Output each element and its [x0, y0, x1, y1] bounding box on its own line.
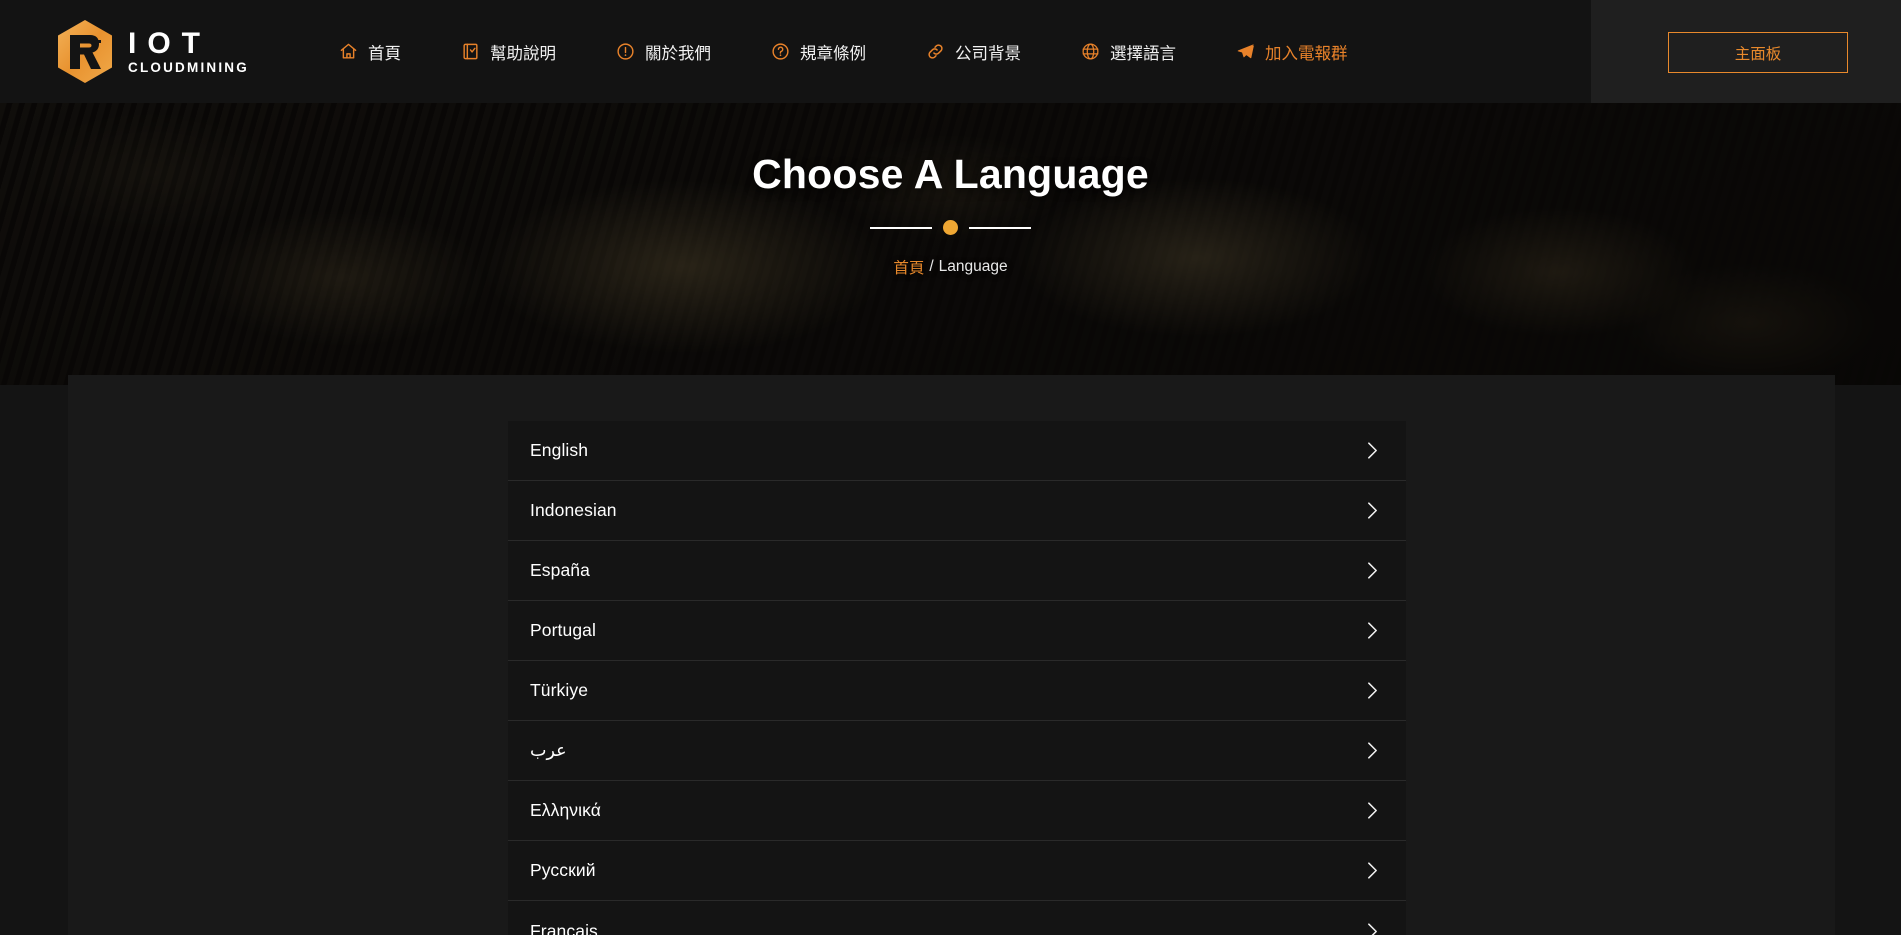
breadcrumb-current: Language — [939, 258, 1008, 276]
hero-content: Choose A Language 首頁 / Language — [0, 103, 1901, 385]
nav-item-language[interactable]: 選擇語言 — [1051, 40, 1206, 64]
list-item[interactable]: English — [508, 421, 1406, 481]
hero-banner: Choose A Language 首頁 / Language — [0, 103, 1901, 385]
list-item[interactable]: Türkiye — [508, 661, 1406, 721]
language-label: Türkiye — [530, 680, 588, 701]
divider-bar-right — [969, 227, 1031, 229]
chevron-right-icon — [1364, 860, 1380, 882]
chevron-right-icon — [1364, 440, 1380, 462]
help-document-icon — [461, 42, 481, 62]
info-circle-icon — [616, 42, 636, 62]
language-label: España — [530, 560, 590, 581]
divider-dot-icon — [943, 220, 958, 235]
list-item[interactable]: Ελληνικά — [508, 781, 1406, 841]
language-list: English Indonesian España Portugal — [508, 421, 1406, 935]
hero-divider — [870, 220, 1031, 235]
language-label: Portugal — [530, 620, 596, 641]
chevron-right-icon — [1364, 560, 1380, 582]
list-item[interactable]: Indonesian — [508, 481, 1406, 541]
nav-item-about-label: 關於我們 — [645, 40, 711, 64]
nav-item-rules[interactable]: 規章條例 — [741, 40, 896, 64]
breadcrumb-separator: / — [929, 258, 933, 276]
riot-hexagon-logo-icon — [56, 19, 114, 84]
nav-item-language-label: 選擇語言 — [1110, 40, 1176, 64]
chevron-right-icon — [1364, 680, 1380, 702]
breadcrumb: 首頁 / Language — [893, 256, 1007, 278]
language-label: Ελληνικά — [530, 800, 601, 821]
list-item[interactable]: España — [508, 541, 1406, 601]
nav-item-about[interactable]: 關於我們 — [586, 40, 741, 64]
page-root: IOT CLOUDMINING 首頁 — [0, 0, 1901, 935]
chevron-right-icon — [1364, 500, 1380, 522]
nav-item-help[interactable]: 幫助說明 — [431, 40, 586, 64]
dashboard-button[interactable]: 主面板 — [1668, 32, 1848, 73]
breadcrumb-home-link[interactable]: 首頁 — [893, 256, 924, 278]
chevron-right-icon — [1364, 920, 1380, 935]
chevron-right-icon — [1364, 800, 1380, 822]
list-item[interactable]: Русский — [508, 841, 1406, 901]
language-label: Indonesian — [530, 500, 617, 521]
question-circle-icon — [771, 42, 791, 62]
list-item[interactable]: عرب — [508, 721, 1406, 781]
brand-tagline: CLOUDMINING — [128, 60, 249, 75]
chevron-right-icon — [1364, 740, 1380, 762]
content-panel: English Indonesian España Portugal — [68, 375, 1835, 935]
brand-wordmark: IOT CLOUDMINING — [128, 28, 249, 76]
nav-item-home-label: 首頁 — [368, 40, 401, 64]
home-icon — [339, 42, 359, 62]
nav-item-telegram-label: 加入電報群 — [1265, 40, 1348, 64]
list-item[interactable]: Portugal — [508, 601, 1406, 661]
brand-name: IOT — [128, 28, 249, 60]
language-label: Русский — [530, 860, 596, 881]
nav-item-rules-label: 規章條例 — [800, 40, 866, 64]
nav-item-home[interactable]: 首頁 — [309, 40, 431, 64]
top-navbar: IOT CLOUDMINING 首頁 — [0, 0, 1901, 103]
nav-item-help-label: 幫助說明 — [490, 40, 556, 64]
list-item[interactable]: Francais — [508, 901, 1406, 935]
nav-item-company-label: 公司背景 — [955, 40, 1021, 64]
nav-item-telegram[interactable]: 加入電報群 — [1206, 40, 1378, 64]
nav-item-company[interactable]: 公司背景 — [896, 40, 1051, 64]
page-title: Choose A Language — [752, 151, 1149, 198]
language-label: English — [530, 440, 588, 461]
brand-logo[interactable]: IOT CLOUDMINING — [56, 0, 249, 103]
divider-bar-left — [870, 227, 932, 229]
chevron-right-icon — [1364, 620, 1380, 642]
language-label: عرب — [530, 740, 567, 761]
language-label: Francais — [530, 921, 598, 935]
telegram-send-icon — [1236, 42, 1256, 62]
globe-icon — [1081, 42, 1101, 62]
link-icon — [926, 42, 946, 62]
